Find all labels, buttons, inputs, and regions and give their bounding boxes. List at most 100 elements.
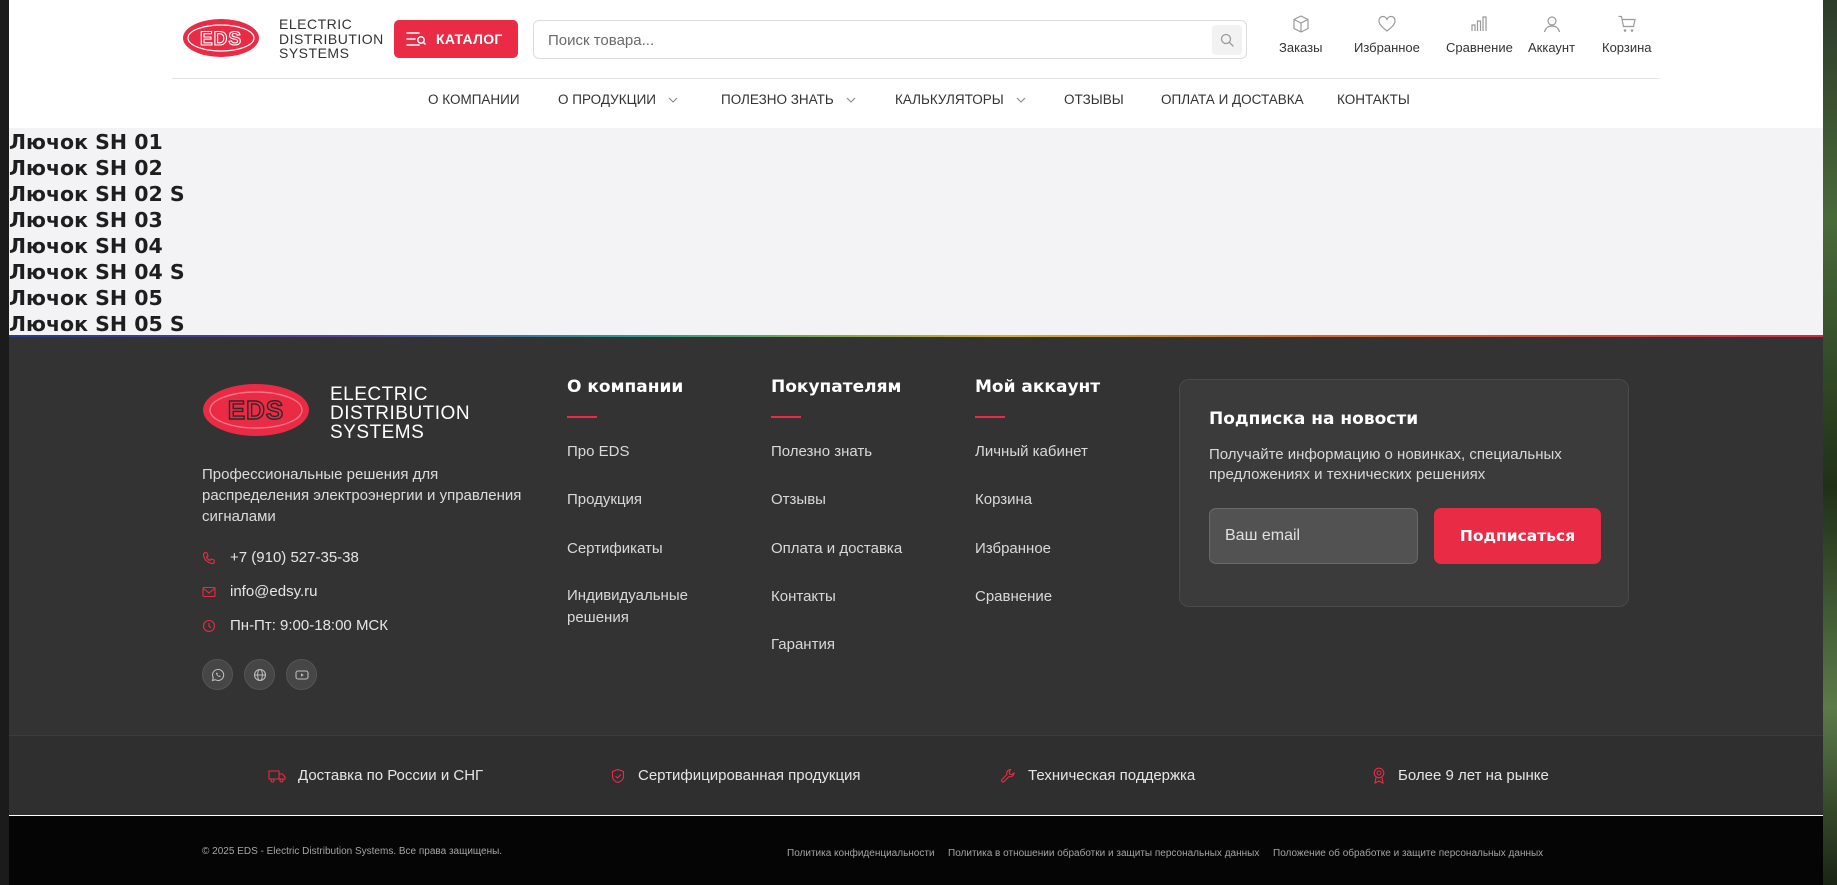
- mail-icon: [202, 586, 216, 597]
- footer-email[interactable]: info@edsy.ru: [202, 583, 318, 600]
- nav-item-contacts[interactable]: КОНТАКТЫ: [1337, 92, 1410, 107]
- feature-delivery: Доставка по России и СНГ: [268, 767, 483, 784]
- svg-text:EDS: EDS: [228, 395, 284, 425]
- cart-icon: [1618, 15, 1636, 32]
- catalog-button[interactable]: КАТАЛОГ: [394, 20, 518, 58]
- footer-link[interactable]: Сертификаты: [567, 538, 663, 560]
- personal-data-regulation-link[interactable]: Положение об обработке и защите персонал…: [1273, 848, 1543, 859]
- personal-data-policy-link[interactable]: Политика в отношении обработки и защиты …: [948, 848, 1259, 859]
- product-link[interactable]: Лючок SH 04: [9, 233, 163, 259]
- nav-label: КАЛЬКУЛЯТОРЫ: [895, 92, 1004, 107]
- features-bar: Доставка по России и СНГ Сертифицированн…: [9, 735, 1823, 815]
- youtube-button[interactable]: [286, 659, 317, 690]
- footer-link[interactable]: Гарантия: [771, 634, 835, 656]
- brand-line: ELECTRIC: [279, 16, 353, 32]
- nav-item-company[interactable]: О КОМПАНИИ: [428, 92, 520, 107]
- footer-col-underline: [567, 416, 597, 418]
- footer-link[interactable]: Личный кабинет: [975, 441, 1088, 463]
- search-button[interactable]: [1212, 25, 1242, 55]
- whatsapp-button[interactable]: [202, 659, 233, 690]
- nav-label: ОТЗЫВЫ: [1064, 92, 1124, 107]
- product-link[interactable]: Лючок SH 04 S: [9, 259, 185, 285]
- subscribe-button[interactable]: Подписаться: [1434, 508, 1601, 564]
- favorites-link[interactable]: Избранное: [1354, 14, 1420, 55]
- user-icon: [1543, 16, 1560, 33]
- footer-link[interactable]: Корзина: [975, 489, 1032, 511]
- cart-link[interactable]: Корзина: [1602, 14, 1652, 55]
- orders-label: Заказы: [1279, 40, 1323, 55]
- svg-text:EDS: EDS: [200, 29, 242, 50]
- whatsapp-icon: [211, 668, 224, 681]
- footer-link[interactable]: Отзывы: [771, 489, 826, 511]
- hours-text: Пн-Пт: 9:00-18:00 МСК: [230, 617, 389, 634]
- newsletter-title: Подписка на новости: [1209, 409, 1419, 429]
- nav-item-payment[interactable]: ОПЛАТА И ДОСТАВКА: [1161, 92, 1304, 107]
- product-link[interactable]: Лючок SH 05: [9, 285, 163, 311]
- globe-icon: [253, 668, 266, 681]
- nav-item-calculators[interactable]: КАЛЬКУЛЯТОРЫ: [895, 92, 1026, 107]
- nav-item-products[interactable]: О ПРОДУКЦИИ: [558, 92, 678, 107]
- product-link[interactable]: Лючок SH 02: [9, 155, 163, 181]
- footer-eds-logo[interactable]: EDS: [202, 382, 310, 438]
- product-link[interactable]: Лючок SH 05 S: [9, 311, 185, 337]
- footer-link[interactable]: Индивидуальные решения: [567, 585, 707, 629]
- account-link[interactable]: Аккаунт: [1528, 14, 1575, 55]
- footer-link[interactable]: Сравнение: [975, 586, 1052, 608]
- footer-col-title-company: О компании: [567, 377, 684, 397]
- feature-label: Техническая поддержка: [1028, 767, 1196, 784]
- website-button[interactable]: [244, 659, 275, 690]
- compare-label: Сравнение: [1446, 40, 1513, 55]
- chevron-down-icon: [1016, 97, 1026, 103]
- nav-item-reviews[interactable]: ОТЗЫВЫ: [1064, 92, 1124, 107]
- newsletter-text: Получайте информацию о новинках, специал…: [1209, 446, 1562, 483]
- eds-logo[interactable]: EDS: [182, 17, 260, 59]
- feature-label: Более 9 лет на рынке: [1398, 767, 1549, 784]
- email-text: info@edsy.ru: [230, 583, 318, 600]
- product-link[interactable]: Лючок SH 02 S: [9, 181, 185, 207]
- nav-label: ПОЛЕЗНО ЗНАТЬ: [721, 92, 834, 107]
- product-list: Лючок SH 01 Лючок SH 02 Лючок SH 02 S Лю…: [9, 128, 1823, 337]
- orders-link[interactable]: Заказы: [1279, 14, 1322, 55]
- brand-line: SYSTEMS: [279, 45, 350, 61]
- footer-bottom-bar: © 2025 EDS - Electric Distribution Syste…: [9, 816, 1823, 885]
- footer-phone[interactable]: +7 (910) 527-35-38: [202, 549, 359, 566]
- header-top-bar: EDS ELECTRIC DISTRIBUTION SYSTEMS КАТАЛО…: [172, 0, 1659, 79]
- copyright-text: © 2025 EDS - Electric Distribution Syste…: [202, 846, 503, 857]
- desktop-background-edge: [1823, 0, 1837, 885]
- product-link[interactable]: Лючок SH 01: [9, 129, 163, 155]
- footer-link[interactable]: Избранное: [975, 538, 1051, 560]
- nav-item-useful[interactable]: ПОЛЕЗНО ЗНАТЬ: [721, 92, 856, 107]
- site-header: EDS ELECTRIC DISTRIBUTION SYSTEMS КАТАЛО…: [9, 0, 1823, 128]
- catalog-label: КАТАЛОГ: [436, 31, 503, 47]
- product-link[interactable]: Лючок SH 03: [9, 207, 163, 233]
- feature-label: Сертифицированная продукция: [638, 767, 861, 784]
- footer-link[interactable]: Контакты: [771, 586, 836, 608]
- award-icon: [1373, 767, 1385, 784]
- clock-icon: [202, 619, 216, 632]
- footer-link[interactable]: Полезно знать: [771, 441, 872, 463]
- phone-text: +7 (910) 527-35-38: [230, 549, 359, 566]
- brand-line: SYSTEMS: [330, 422, 425, 443]
- wrench-icon: [1000, 768, 1015, 783]
- feature-support: Техническая поддержка: [1000, 767, 1195, 784]
- orders-icon: [1293, 15, 1309, 33]
- nav-label: О КОМПАНИИ: [428, 92, 520, 107]
- newsletter-email-input[interactable]: [1209, 508, 1418, 564]
- footer-link[interactable]: Про EDS: [567, 441, 629, 463]
- brand-line: DISTRIBUTION: [330, 403, 471, 424]
- feature-experience: Более 9 лет на рынке: [1372, 767, 1549, 784]
- search-input[interactable]: [548, 29, 1188, 51]
- footer-link[interactable]: Оплата и доставка: [771, 538, 902, 560]
- footer-col-title-buyers: Покупателям: [771, 377, 902, 397]
- footer-col-underline: [771, 416, 801, 418]
- nav-label: КОНТАКТЫ: [1337, 92, 1410, 107]
- web-page: EDS ELECTRIC DISTRIBUTION SYSTEMS КАТАЛО…: [9, 0, 1823, 885]
- compare-link[interactable]: Сравнение: [1446, 14, 1513, 55]
- footer-link[interactable]: Продукция: [567, 489, 642, 511]
- favorites-label: Избранное: [1354, 40, 1420, 55]
- brand-name: ELECTRIC DISTRIBUTION SYSTEMS: [279, 17, 384, 61]
- feature-label: Доставка по России и СНГ: [298, 767, 484, 784]
- site-footer: EDS ELECTRIC DISTRIBUTION SYSTEMS Профес…: [9, 337, 1823, 815]
- privacy-policy-link[interactable]: Политика конфиденциальности: [787, 848, 935, 859]
- catalog-menu-icon: [406, 32, 426, 46]
